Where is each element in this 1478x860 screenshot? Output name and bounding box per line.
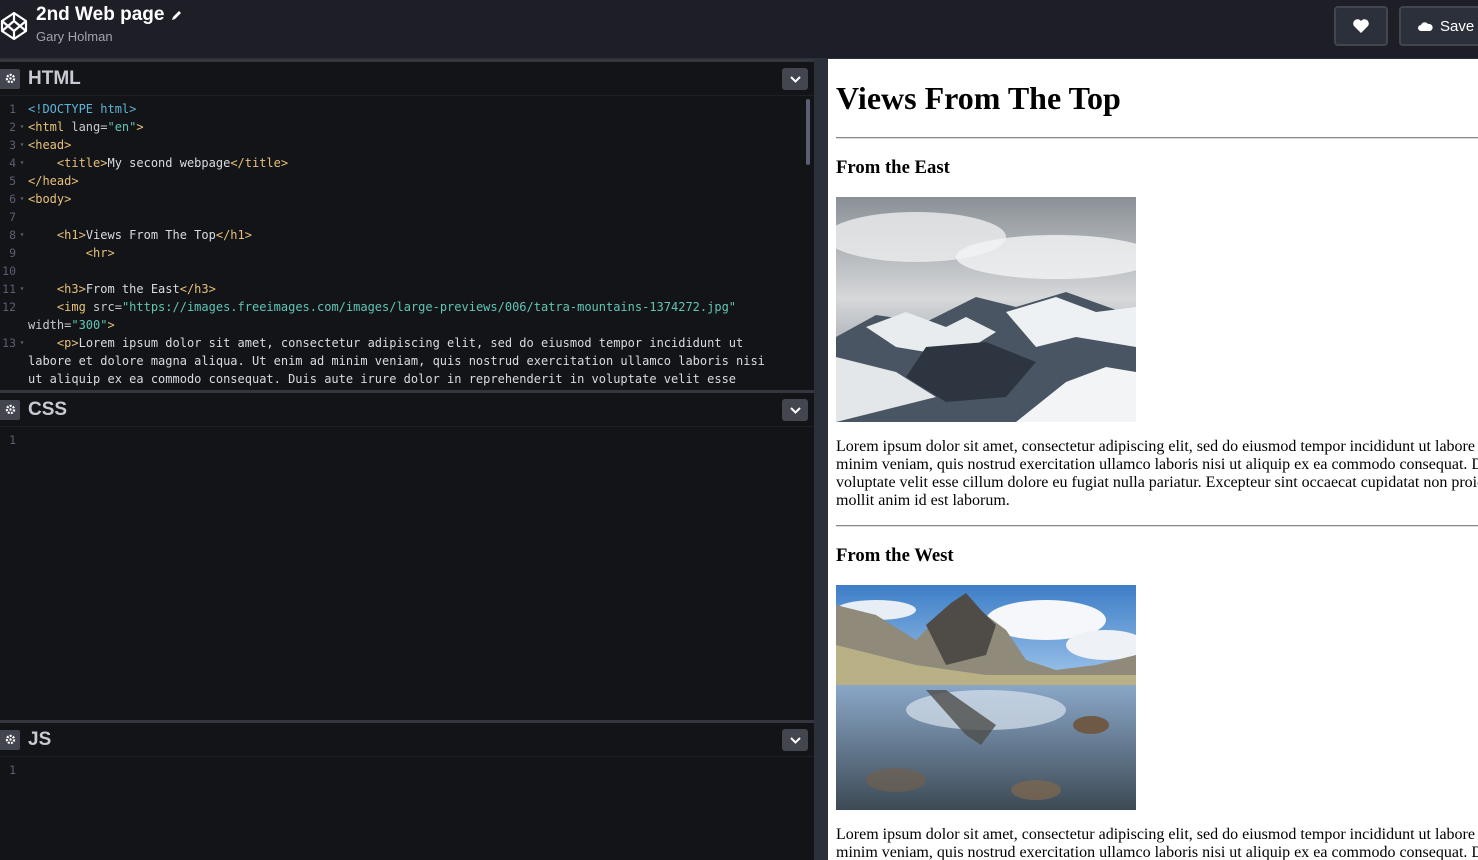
section-heading: From the West	[836, 545, 954, 566]
pen-title-block: 2nd Web page Gary Holman	[36, 4, 183, 44]
section-heading: From the East	[836, 157, 950, 178]
mountain-lake-photo-west	[836, 585, 1136, 810]
code-line: 9 <hr>	[9, 246, 115, 260]
section-paragraph: Lorem ipsum dolor sit amet, consectetur …	[836, 438, 1478, 509]
code-line: 13 ▾ <p>Lorem ipsum dolor sit amet, conse…	[2, 336, 773, 386]
codepen-logo-icon[interactable]	[0, 10, 28, 42]
code-line: 1	[9, 433, 16, 447]
preview-heading: Views From The Top	[836, 80, 1121, 116]
code-line: 3 ▾ <head>	[9, 138, 72, 152]
js-collapse-button[interactable]	[782, 729, 808, 751]
top-bar: 2nd Web page Gary Holman Save	[0, 0, 1478, 59]
js-panel-title: JS	[28, 728, 52, 750]
preview-pane: Views From The Top From the East Lorem i…	[828, 59, 1478, 860]
pen-title[interactable]: 2nd Web page	[36, 4, 164, 26]
cloud-icon	[1418, 21, 1433, 31]
css-editor-panel: CSS 1	[0, 390, 814, 720]
code-line: 6 ▾ <body>	[9, 192, 72, 206]
css-settings-button[interactable]	[0, 399, 20, 420]
js-code-area[interactable]: 1	[0, 757, 814, 779]
pencil-icon[interactable]	[170, 9, 183, 22]
gear-icon	[5, 734, 15, 745]
heart-icon	[1353, 19, 1369, 33]
css-collapse-button[interactable]	[782, 399, 808, 421]
resize-handle[interactable]	[814, 59, 828, 860]
html-panel-header: HTML	[0, 59, 814, 96]
divider	[836, 525, 1478, 527]
html-panel-title: HTML	[28, 67, 81, 89]
save-label: Save	[1440, 17, 1475, 35]
code-line: 1 <!DOCTYPE html>	[9, 102, 137, 116]
html-code-area[interactable]: 1 <!DOCTYPE html> 2 ▾ <html lang="en"> 3 ▾ <h…	[0, 96, 814, 388]
css-code-area[interactable]: 1	[0, 427, 814, 449]
html-settings-button[interactable]	[0, 68, 20, 89]
editors-column: HTML 1 <!DOCTYPE html> 2 ▾ <html lang="en">…	[0, 59, 814, 860]
code-line: 10	[2, 264, 16, 278]
js-settings-button[interactable]	[0, 729, 20, 750]
chevron-down-icon	[789, 406, 801, 414]
code-line: 2 ▾ <html lang="en">	[9, 120, 144, 134]
gear-icon	[5, 73, 15, 84]
js-panel-header: JS	[0, 720, 814, 757]
code-line: 8 ▾ <h1>Views From The Top</h1>	[9, 228, 252, 242]
css-panel-header: CSS	[0, 390, 814, 427]
chevron-down-icon	[789, 75, 801, 83]
js-editor-panel: JS 1	[0, 720, 814, 860]
mountain-photo-east	[836, 197, 1136, 422]
css-panel-title: CSS	[28, 398, 68, 420]
code-line: 7	[9, 210, 16, 224]
html-editor-panel: HTML 1 <!DOCTYPE html> 2 ▾ <html lang="en">…	[0, 59, 814, 390]
chevron-down-icon	[789, 736, 801, 744]
save-button[interactable]: Save	[1399, 6, 1478, 46]
section-paragraph: Lorem ipsum dolor sit amet, consectetur …	[836, 826, 1478, 860]
code-line: 5 </head>	[9, 174, 79, 188]
code-line: 1	[9, 763, 16, 777]
code-line: 12 <img src="https://images.freeimages.c…	[2, 300, 737, 332]
code-line: 4 ▾ <title>My second webpage</title>	[9, 156, 289, 170]
html-scrollbar[interactable]	[806, 99, 810, 165]
html-collapse-button[interactable]	[782, 68, 808, 90]
author-name[interactable]: Gary Holman	[36, 29, 183, 44]
code-line: 11 ▾ <h3>From the East</h3>	[2, 282, 216, 296]
gear-icon	[5, 404, 15, 415]
love-button[interactable]	[1334, 6, 1388, 46]
divider	[836, 137, 1478, 139]
